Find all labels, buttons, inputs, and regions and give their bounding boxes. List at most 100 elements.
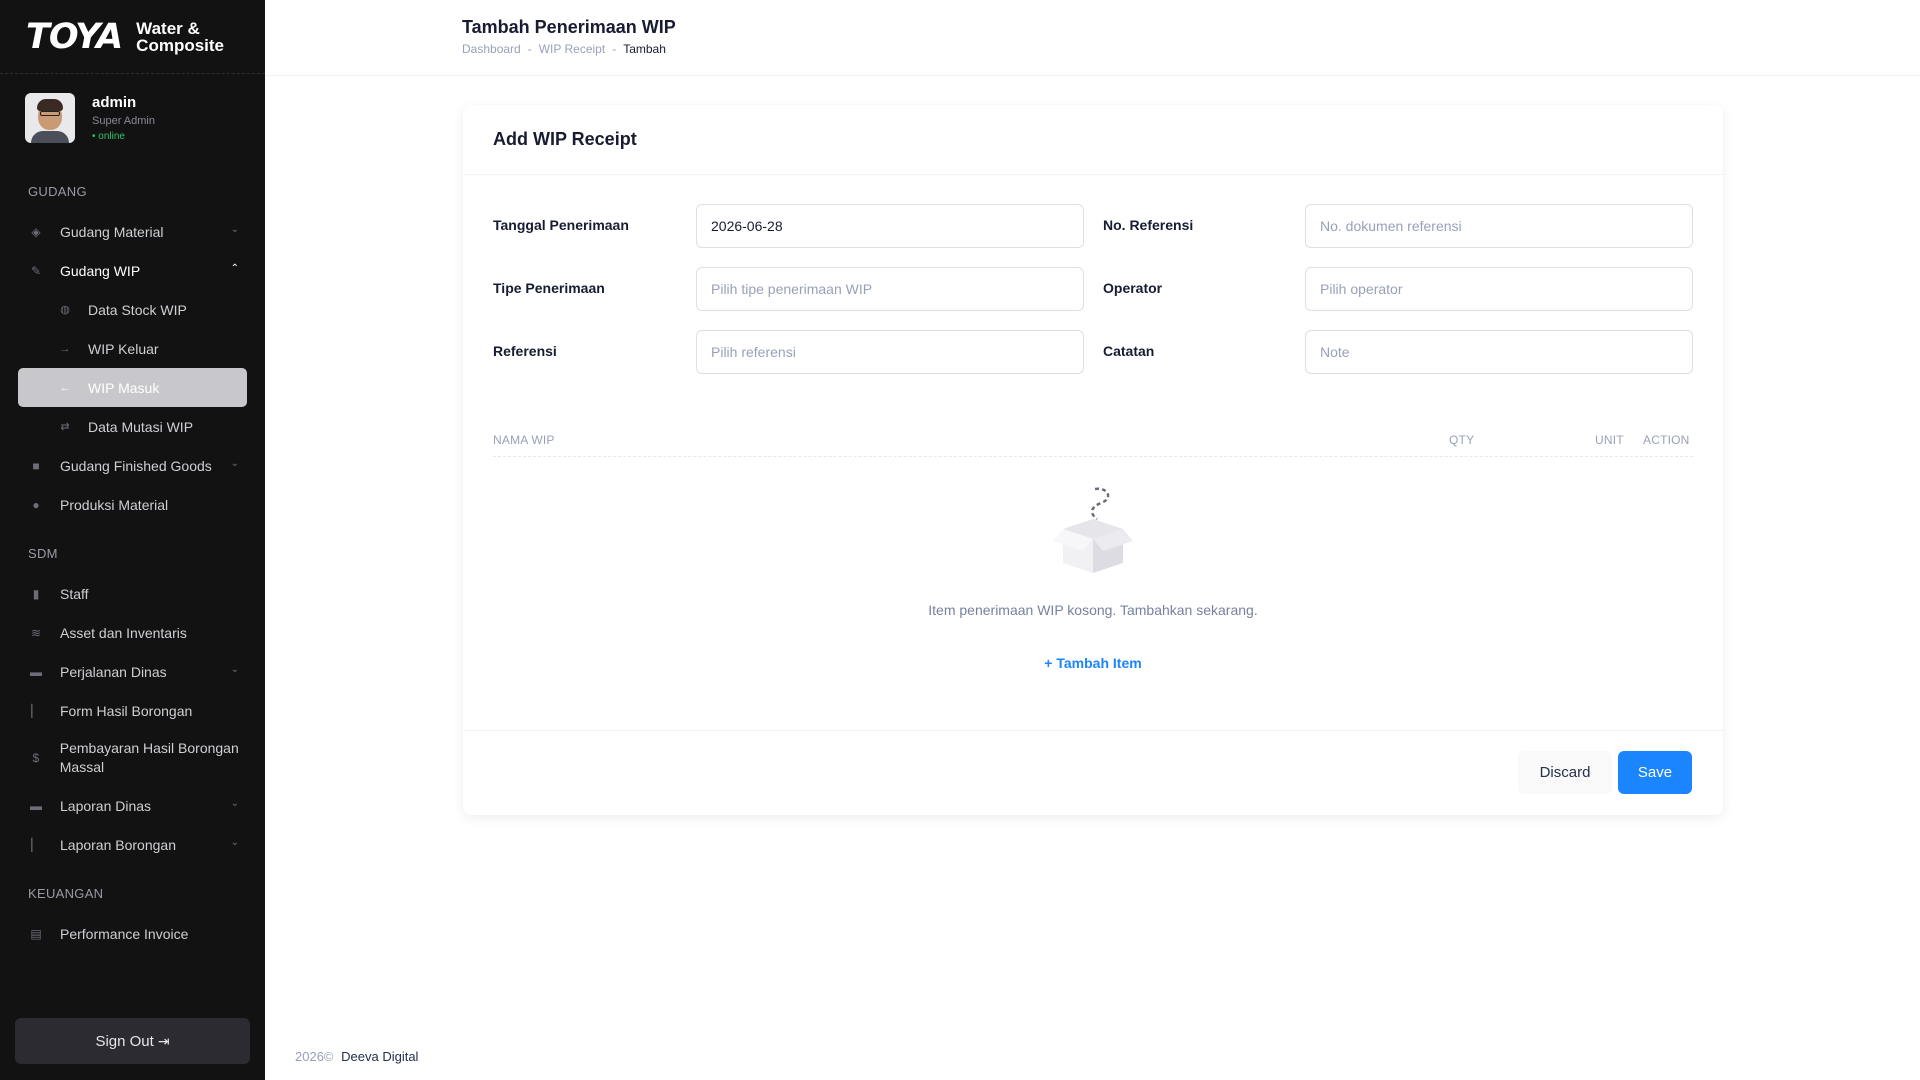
add-item-button[interactable]: + Tambah Item	[493, 655, 1693, 671]
chevron-down-icon: ⌄	[230, 224, 239, 235]
sidebar-item-label: Gudang Finished Goods	[60, 457, 212, 474]
tipe-penerimaan-select[interactable]	[696, 267, 1084, 311]
column-action: ACTION	[1643, 433, 1690, 447]
column-nama-wip: NAMA WIP	[493, 433, 555, 447]
arrow-out-icon: →	[59, 342, 71, 355]
sidebar-item-perjalanan-dinas[interactable]: ▬ Perjalanan Dinas ⌄	[0, 652, 247, 691]
referensi-select[interactable]	[696, 330, 1084, 374]
sidebar-item-label: Staff	[60, 585, 89, 602]
breadcrumb-separator: -	[612, 42, 617, 56]
sidebar-item-label: Laporan Dinas	[60, 797, 152, 814]
sidebar-subitem-wip-keluar[interactable]: → WIP Keluar	[18, 329, 247, 368]
breadcrumb-dashboard[interactable]: Dashboard	[462, 42, 521, 56]
sidebar-subitem-label: Data Mutasi WIP	[88, 418, 194, 435]
user-status: • online	[92, 131, 125, 142]
empty-state: Item penerimaan WIP kosong. Tambahkan se…	[493, 485, 1693, 618]
card-header: Add WIP Receipt	[463, 105, 1723, 175]
sidebar-subitem-label: Data Stock WIP	[88, 301, 187, 318]
arrow-in-icon: ←	[59, 381, 71, 394]
page-title: Tambah Penerimaan WIP	[462, 17, 676, 37]
sidebar-item-laporan-borongan[interactable]: ▏ Laporan Borongan ⌄	[0, 825, 247, 864]
sidebar-item-staff[interactable]: ▮ Staff	[0, 574, 247, 613]
wrench-icon: ✎	[30, 263, 42, 278]
user-name[interactable]: admin	[92, 94, 155, 111]
form-row-3: Referensi Catatan	[493, 330, 1693, 376]
breadcrumb-wip-receipt[interactable]: WIP Receipt	[539, 42, 605, 56]
sidebar-item-label: Form Hasil Borongan	[60, 702, 193, 719]
sidebar-item-form-hasil-borongan[interactable]: ▏ Form Hasil Borongan	[0, 691, 247, 730]
chart-icon: ▏	[31, 703, 41, 718]
sidebar-item-asset-inventaris[interactable]: ≋ Asset dan Inventaris	[0, 613, 247, 652]
section-title-sdm: SDM	[28, 546, 58, 561]
section-title-keuangan: KEUANGAN	[28, 886, 104, 901]
tanggal-penerimaan-input[interactable]	[696, 204, 1084, 248]
sidebar-item-pembayaran-hasil-borongan[interactable]: $ Pembayaran Hasil Borongan Massal	[0, 730, 247, 786]
discard-button[interactable]: Discard	[1518, 751, 1612, 794]
chevron-down-icon: ⌄	[230, 458, 239, 469]
sidebar: TOYA Water & Composite admin Super Admin…	[0, 0, 265, 1080]
sidebar-item-laporan-dinas[interactable]: ▬ Laporan Dinas ⌄	[0, 786, 247, 825]
circle-icon: ●	[32, 497, 40, 512]
brand[interactable]: TOYA Water & Composite	[0, 0, 265, 74]
warehouse-icon: ◈	[31, 224, 41, 239]
sidebar-item-label: Asset dan Inventaris	[60, 624, 187, 641]
user-role: Super Admin	[92, 115, 155, 127]
staff-icon: ▮	[32, 586, 40, 601]
breadcrumb: Dashboard - WIP Receipt - Tambah	[462, 42, 666, 56]
sidebar-item-label: Performance Invoice	[60, 925, 189, 942]
page-footer: 2026© Deeva Digital	[295, 1049, 418, 1064]
form-row-2: Tipe Penerimaan Operator	[493, 267, 1693, 313]
sidebar-item-label: Pembayaran Hasil Borongan Massal	[59, 740, 239, 775]
avatar[interactable]	[25, 93, 75, 143]
sidebar-item-label: Laporan Borongan	[60, 836, 176, 853]
sidebar-subitem-wip-masuk[interactable]: ← WIP Masuk	[18, 368, 247, 407]
layers-icon: ≋	[30, 625, 42, 640]
sidebar-item-performance-invoice[interactable]: ▤ Performance Invoice	[0, 914, 247, 953]
brand-logo: TOYA	[26, 16, 123, 57]
brand-subtitle-line2: Composite	[136, 35, 225, 55]
footer-year: 2026©	[295, 1049, 334, 1064]
empty-box-icon	[1053, 487, 1133, 573]
breadcrumb-separator: -	[527, 42, 532, 56]
breadcrumb-current: Tambah	[623, 42, 666, 56]
column-unit: UNIT	[1595, 433, 1624, 447]
no-referensi-label: No. Referensi	[1103, 217, 1194, 233]
catatan-label: Catatan	[1103, 343, 1155, 359]
page-header: Tambah Penerimaan WIP Dashboard - WIP Re…	[265, 0, 1920, 76]
operator-select[interactable]	[1305, 267, 1693, 311]
chevron-down-icon: ⌄	[230, 837, 239, 848]
sidebar-item-gudang-material[interactable]: ◈ Gudang Material ⌄	[0, 212, 247, 251]
wip-receipt-card: Add WIP Receipt Tanggal Penerimaan No. R…	[463, 105, 1723, 815]
sign-out-button[interactable]: Sign Out ⇥	[15, 1018, 250, 1064]
tanggal-penerimaan-label: Tanggal Penerimaan	[493, 217, 629, 233]
sign-out-icon: ⇥	[157, 1032, 170, 1049]
items-table-header: NAMA WIP QTY UNIT ACTION	[493, 423, 1693, 457]
card-title: Add WIP Receipt	[493, 129, 637, 149]
chevron-up-icon: ⌃	[230, 263, 239, 274]
chevron-down-icon: ⌄	[230, 664, 239, 675]
sign-out-label: Sign Out	[95, 1032, 154, 1050]
tipe-penerimaan-label: Tipe Penerimaan	[493, 280, 605, 296]
stock-icon: ◍	[60, 304, 70, 316]
card-footer: Discard Save	[463, 730, 1723, 815]
section-title-gudang: GUDANG	[28, 184, 87, 199]
column-qty: QTY	[1449, 433, 1475, 447]
swap-icon: ⇄	[60, 421, 70, 433]
sidebar-item-gudang-finished-goods[interactable]: ■ Gudang Finished Goods ⌄	[0, 446, 247, 485]
chart-icon: ▏	[31, 837, 41, 852]
sidebar-subitem-label: WIP Keluar	[88, 340, 159, 357]
invoice-icon: ▤	[30, 926, 42, 941]
catatan-input[interactable]	[1305, 330, 1693, 374]
form-row-1: Tanggal Penerimaan No. Referensi	[493, 204, 1693, 250]
sidebar-item-label: Produksi Material	[60, 496, 169, 513]
save-button[interactable]: Save	[1618, 751, 1692, 794]
sidebar-item-gudang-wip[interactable]: ✎ Gudang WIP ⌃	[0, 251, 247, 290]
no-referensi-input[interactable]	[1305, 204, 1693, 248]
sidebar-subitem-data-mutasi-wip[interactable]: ⇄ Data Mutasi WIP	[18, 407, 247, 446]
footer-company-link[interactable]: Deeva Digital	[341, 1049, 418, 1064]
sidebar-item-label: Perjalanan Dinas	[60, 663, 167, 680]
sidebar-item-produksi-material[interactable]: ● Produksi Material	[0, 485, 247, 524]
sidebar-item-label: Gudang WIP	[60, 262, 141, 279]
sidebar-item-label: Gudang Material	[60, 223, 164, 240]
sidebar-subitem-data-stock-wip[interactable]: ◍ Data Stock WIP	[18, 290, 247, 329]
